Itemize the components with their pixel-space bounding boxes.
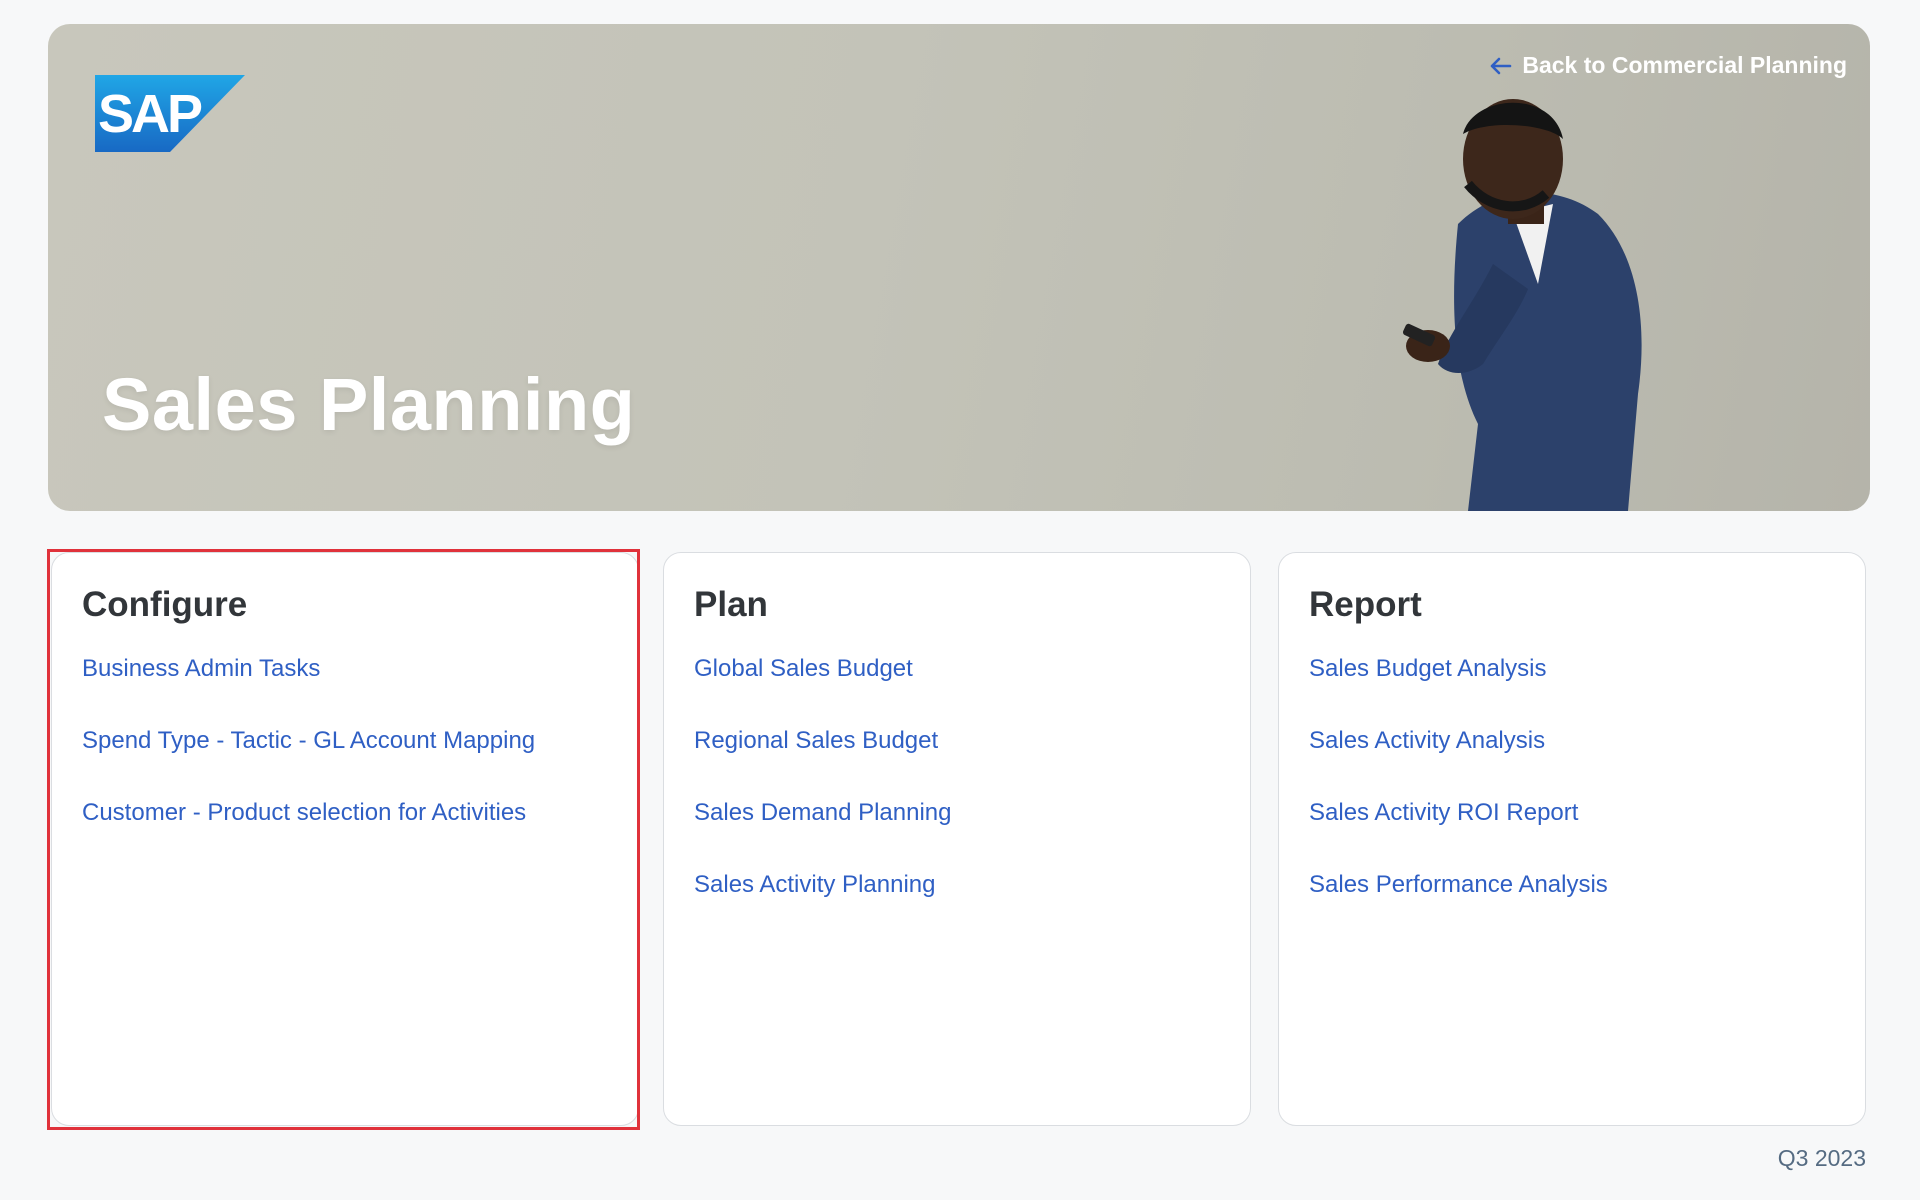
section-report: Report Sales Budget Analysis Sales Activ… [1278,552,1866,1126]
hero-banner: SAP Back to Commercial Planning Sales Pl… [48,24,1870,511]
list-item: Sales Activity Planning [694,871,1220,943]
section-title: Plan [694,585,768,624]
section-title: Configure [82,585,248,624]
link-sales-activity-roi-report[interactable]: Sales Activity ROI Report [1309,799,1578,826]
list-item: Regional Sales Budget [694,727,1220,799]
link-list: Sales Budget Analysis Sales Activity Ana… [1309,655,1835,943]
link-sales-budget-analysis[interactable]: Sales Budget Analysis [1309,655,1546,682]
list-item: Sales Performance Analysis [1309,871,1835,943]
period-label: Q3 2023 [1777,1145,1866,1171]
section-plan: Plan Global Sales Budget Regional Sales … [663,552,1251,1126]
link-sales-demand-planning[interactable]: Sales Demand Planning [694,799,952,826]
list-item: Customer - Product selection for Activit… [82,799,608,871]
link-sales-activity-planning[interactable]: Sales Activity Planning [694,871,935,898]
list-item: Business Admin Tasks [82,655,608,727]
list-item: Spend Type - Tactic - GL Account Mapping [82,727,608,799]
section-title: Report [1309,585,1422,624]
link-sales-activity-analysis[interactable]: Sales Activity Analysis [1309,727,1545,754]
hero-person-image [1402,99,1642,511]
link-regional-sales-budget[interactable]: Regional Sales Budget [694,727,938,754]
link-customer-product-selection[interactable]: Customer - Product selection for Activit… [82,799,526,826]
link-list: Business Admin Tasks Spend Type - Tactic… [82,655,608,871]
list-item: Sales Activity ROI Report [1309,799,1835,871]
link-list: Global Sales Budget Regional Sales Budge… [694,655,1220,943]
section-configure: Configure Business Admin Tasks Spend Typ… [51,552,639,1126]
list-item: Global Sales Budget [694,655,1220,727]
link-business-admin-tasks[interactable]: Business Admin Tasks [82,655,320,682]
list-item: Sales Budget Analysis [1309,655,1835,727]
link-global-sales-budget[interactable]: Global Sales Budget [694,655,913,682]
list-item: Sales Activity Analysis [1309,727,1835,799]
list-item: Sales Demand Planning [694,799,1220,871]
sap-logo: SAP [95,75,245,152]
link-sales-performance-analysis[interactable]: Sales Performance Analysis [1309,871,1608,898]
link-spend-type-mapping[interactable]: Spend Type - Tactic - GL Account Mapping [82,727,535,754]
svg-text:SAP: SAP [98,84,202,144]
page-title: Sales Planning [102,363,636,446]
